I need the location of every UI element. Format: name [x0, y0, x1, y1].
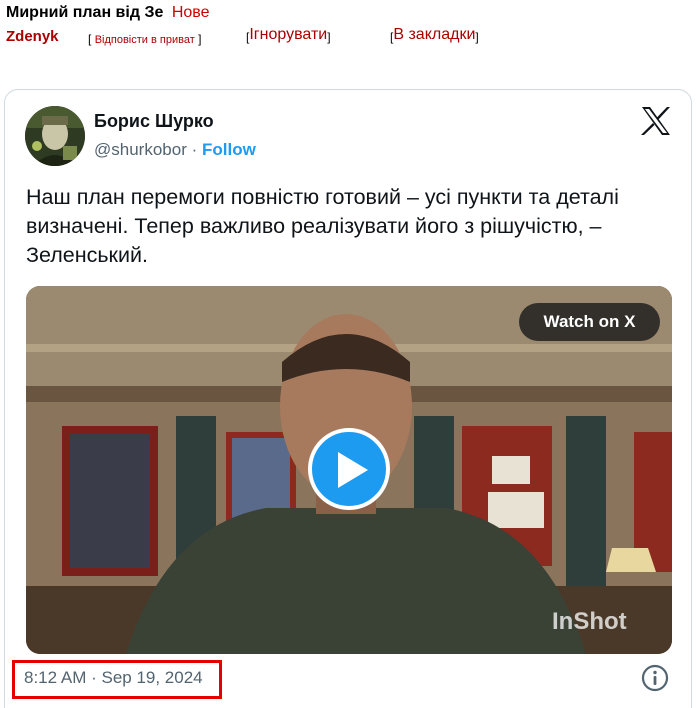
- handle[interactable]: @shurkobor: [94, 140, 187, 159]
- video-player[interactable]: Watch on X InShot: [26, 286, 672, 654]
- bracket-close: ]: [475, 30, 479, 44]
- play-icon[interactable]: [308, 428, 390, 510]
- avatar[interactable]: [25, 106, 85, 166]
- tweet-timestamp[interactable]: 8:12 AM · Sep 19, 2024: [24, 668, 203, 688]
- info-icon[interactable]: [641, 664, 669, 692]
- bracket-open: [: [88, 32, 92, 46]
- topic-title: Мирний план від Зе Нове: [6, 4, 209, 22]
- x-logo-icon[interactable]: [639, 106, 673, 136]
- author-link[interactable]: Zdenyk: [6, 28, 59, 45]
- new-badge: Нове: [171, 4, 210, 21]
- embedded-tweet: Борис Шурко @shurkobor · Follow Наш план…: [4, 89, 692, 708]
- bracket-open: [: [390, 30, 394, 44]
- avatar-image: [25, 106, 85, 166]
- separator-dot: ·: [191, 140, 198, 159]
- display-name[interactable]: Борис Шурко: [94, 111, 214, 132]
- post-action-bar: Zdenyk [ Відповісти в приват ] [Ігнорува…: [6, 26, 696, 48]
- bookmark-link[interactable]: В закладки: [393, 26, 475, 43]
- follow-button[interactable]: Follow: [202, 140, 256, 159]
- bracket-close: ]: [327, 30, 331, 44]
- bookmark-action: [В закладки]: [390, 26, 479, 44]
- watch-on-x-button[interactable]: Watch on X: [519, 303, 660, 341]
- tweet-text: Наш план перемоги повністю готовий – усі…: [26, 185, 619, 267]
- reply-private-action: [ Відповісти в приват ]: [88, 32, 201, 46]
- bracket-open: [: [246, 30, 250, 44]
- bracket-close: ]: [198, 32, 202, 46]
- ignore-link[interactable]: Ігнорувати: [249, 26, 327, 43]
- reply-private-link[interactable]: Відповісти в приват: [95, 34, 195, 46]
- topic-title-text: Мирний план від Зе: [6, 4, 164, 21]
- handle-row: @shurkobor · Follow: [94, 140, 256, 160]
- ignore-action: [Ігнорувати]: [246, 26, 331, 44]
- inshot-watermark: InShot: [552, 608, 627, 635]
